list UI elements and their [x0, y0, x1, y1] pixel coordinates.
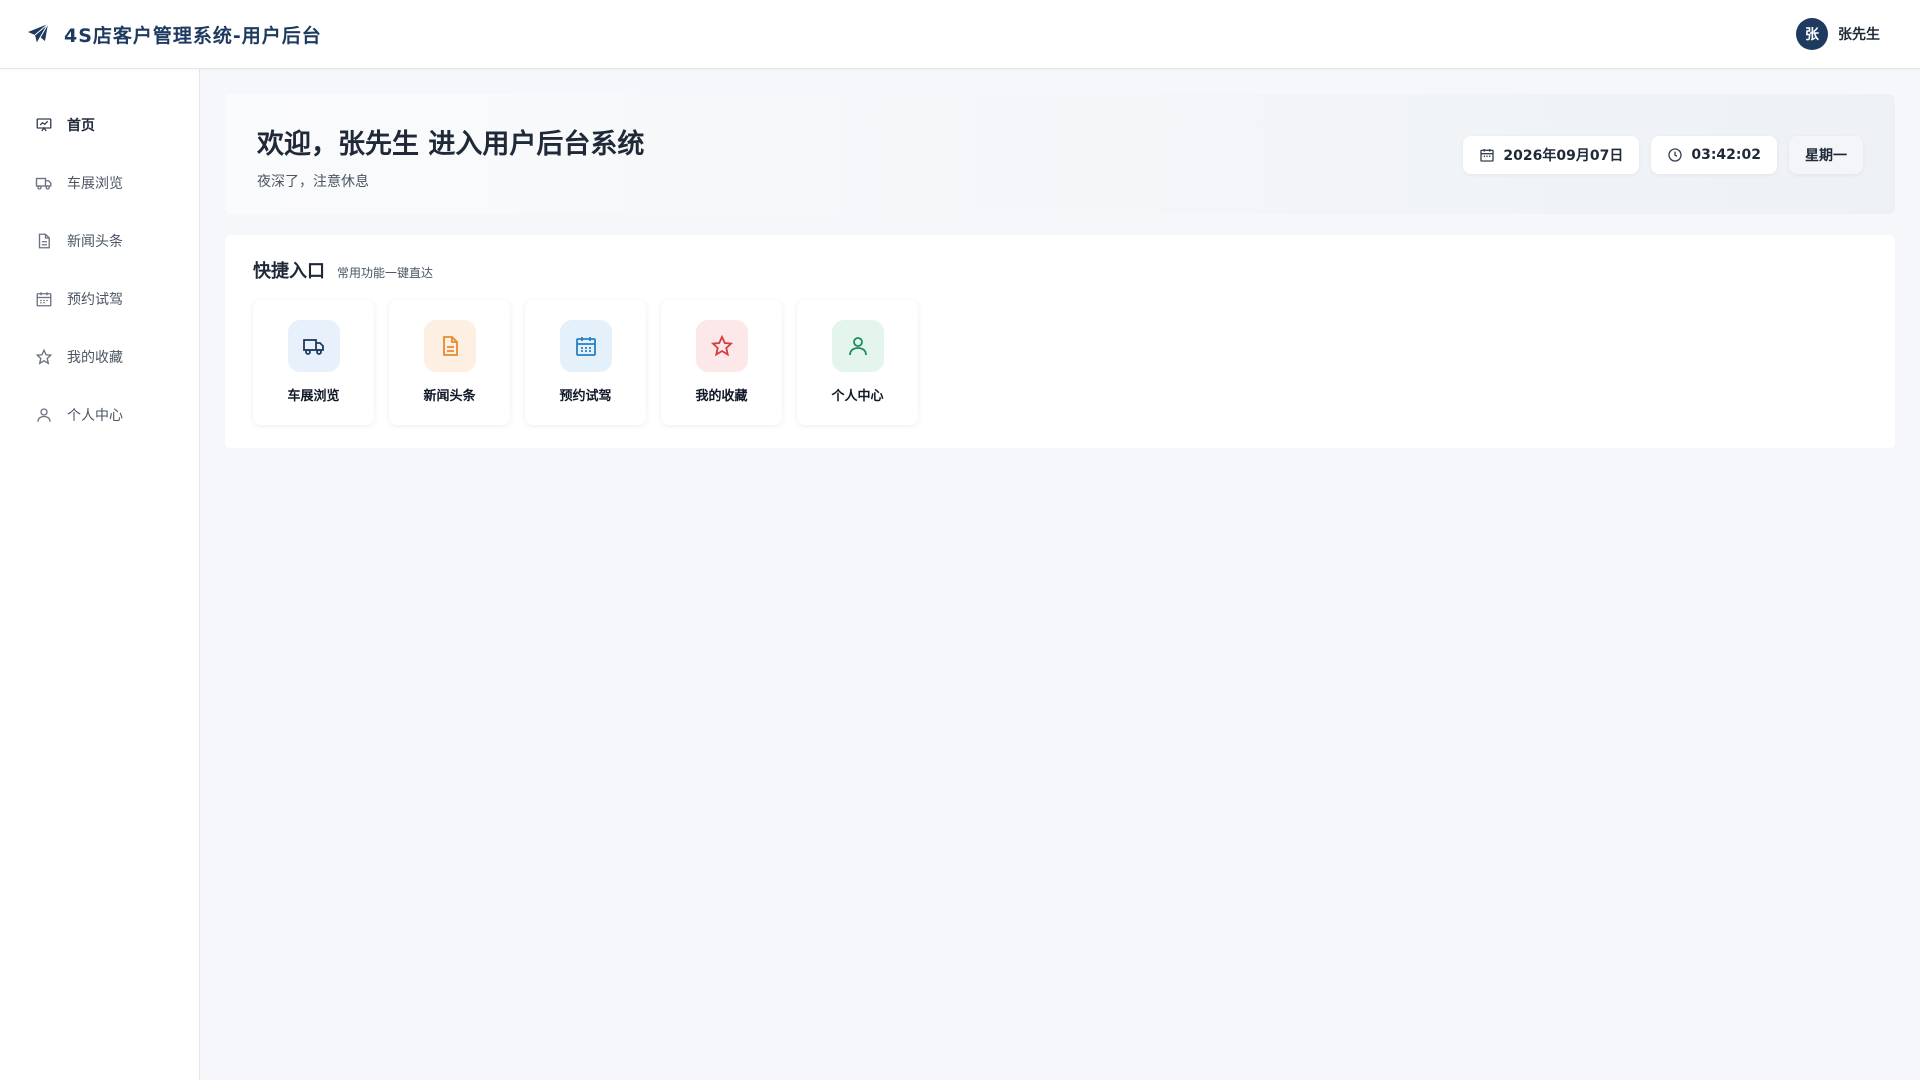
quick-card-label: 预约试驾	[559, 389, 612, 404]
date-chip: 2026年09月07日	[1463, 136, 1640, 174]
brand[interactable]: 4S店客户管理系统-用户后台	[26, 21, 322, 48]
quick-card-profile[interactable]: 个人中心	[797, 300, 918, 425]
paper-plane-icon	[26, 22, 50, 46]
app-title: 4S店客户管理系统-用户后台	[64, 24, 322, 47]
truck-icon	[35, 174, 53, 192]
quick-card-label: 新闻头条	[423, 389, 476, 404]
document-icon	[423, 320, 476, 372]
user-icon	[831, 320, 884, 372]
document-icon	[35, 232, 53, 250]
quick-card-news[interactable]: 新闻头条	[389, 300, 510, 425]
time-text: 03:42:02	[1691, 147, 1761, 163]
calendar-icon	[559, 320, 612, 372]
sidebar-item-label: 个人中心	[67, 408, 123, 424]
presentation-icon	[35, 116, 53, 134]
quick-card-label: 我的收藏	[695, 389, 748, 404]
user-icon	[35, 406, 53, 424]
top-header: 4S店客户管理系统-用户后台 张 张先生	[0, 0, 1920, 69]
sidebar: 首页 车展浏览 新闻头条 预约试驾 我的收藏 个人中心	[0, 69, 200, 1080]
clock-icon	[1667, 147, 1683, 163]
calendar-icon	[1479, 147, 1495, 163]
quick-access-subtitle: 常用功能一键直达	[337, 266, 434, 280]
quick-card-favorites[interactable]: 我的收藏	[661, 300, 782, 425]
calendar-icon	[35, 290, 53, 308]
sidebar-item-profile[interactable]: 个人中心	[0, 386, 199, 444]
user-menu[interactable]: 张 张先生	[1796, 18, 1880, 50]
welcome-banner: 欢迎，张先生 进入用户后台系统 夜深了，注意休息 2026年09月07日 03:…	[225, 94, 1895, 214]
quick-access-panel: 快捷入口 常用功能一键直达 车展浏览 新闻头条 预约试驾 我的收藏 个人中心	[225, 235, 1895, 448]
quick-access-cards: 车展浏览 新闻头条 预约试驾 我的收藏 个人中心	[253, 300, 1867, 425]
sidebar-item-label: 首页	[67, 118, 95, 134]
star-icon	[35, 348, 53, 366]
user-name[interactable]: 张先生	[1838, 24, 1880, 44]
info-chips: 2026年09月07日 03:42:02 星期一	[1463, 136, 1863, 174]
sidebar-item-label: 车展浏览	[67, 176, 123, 192]
weekday-text: 星期一	[1805, 148, 1847, 164]
star-icon	[695, 320, 748, 372]
truck-icon	[287, 320, 340, 372]
sidebar-item-favorites[interactable]: 我的收藏	[0, 328, 199, 386]
sidebar-item-car-show[interactable]: 车展浏览	[0, 154, 199, 212]
weekday-chip: 星期一	[1789, 136, 1863, 174]
sidebar-item-home[interactable]: 首页	[0, 96, 199, 154]
date-text: 2026年09月07日	[1503, 148, 1624, 164]
quick-access-title: 快捷入口	[253, 261, 325, 282]
sidebar-item-test-drive[interactable]: 预约试驾	[0, 270, 199, 328]
sidebar-item-news[interactable]: 新闻头条	[0, 212, 199, 270]
quick-card-label: 个人中心	[831, 389, 884, 404]
sidebar-item-label: 预约试驾	[67, 292, 123, 308]
quick-access-header: 快捷入口 常用功能一键直达	[253, 257, 1867, 283]
quick-card-label: 车展浏览	[287, 389, 340, 404]
avatar[interactable]: 张	[1796, 18, 1828, 50]
time-chip: 03:42:02	[1651, 136, 1777, 174]
welcome-subtitle: 夜深了，注意休息	[257, 174, 369, 190]
sidebar-item-label: 新闻头条	[67, 234, 123, 250]
sidebar-item-label: 我的收藏	[67, 350, 123, 366]
quick-card-test-drive[interactable]: 预约试驾	[525, 300, 646, 425]
quick-card-car-show[interactable]: 车展浏览	[253, 300, 374, 425]
